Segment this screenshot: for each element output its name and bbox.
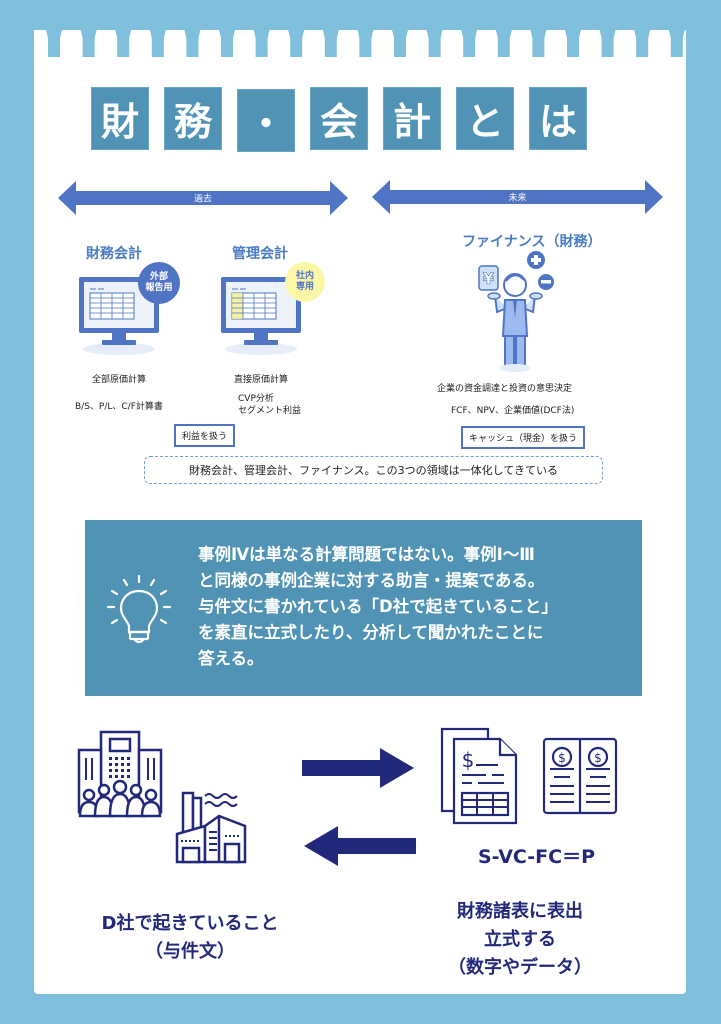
label-line: （与件文） bbox=[145, 941, 235, 962]
binding-hole bbox=[634, 30, 651, 57]
binding-hole bbox=[599, 30, 616, 57]
future-arrow: 未来 bbox=[372, 180, 663, 214]
binding-hole bbox=[149, 30, 166, 57]
label-line: （数字やデータ） bbox=[448, 957, 592, 978]
profit-formula: S-VC-FC＝P bbox=[478, 846, 596, 868]
label-line: 財務諸表に表出 bbox=[457, 901, 583, 922]
financial-statements-label: 財務諸表に表出 立式する （数字やデータ） bbox=[420, 898, 620, 982]
external-report-badge: 外部 報告用 bbox=[138, 262, 180, 304]
binding-hole bbox=[530, 30, 547, 57]
title-tile: 会 bbox=[310, 87, 368, 150]
binding-hole bbox=[392, 30, 408, 57]
label-line: D社で起きていること bbox=[101, 913, 279, 934]
info-line: と同様の事例企業に対する助言・提案である。 bbox=[198, 571, 545, 590]
lightbulb-icon bbox=[107, 575, 171, 644]
title-tile: 財 bbox=[91, 87, 149, 150]
company-situation-label: D社で起きていること （与件文） bbox=[70, 910, 310, 966]
summary-text: 財務会計、管理会計、ファイナンス。この3つの領域は一体化してきている bbox=[189, 464, 558, 477]
badge-text: 報告用 bbox=[145, 283, 173, 293]
binding-hole bbox=[426, 30, 443, 57]
financial-statements-text: B/S、P/L、C/F計算書 bbox=[75, 402, 163, 412]
binding-hole bbox=[115, 30, 132, 57]
management-accounting-title: 管理会計 bbox=[232, 246, 288, 262]
torn-paper-edge bbox=[46, 30, 685, 57]
svg-text:¥: ¥ bbox=[483, 269, 494, 288]
binding-hole bbox=[322, 30, 339, 57]
badge-text: 専用 bbox=[295, 282, 314, 292]
cash-box: キャッシュ（現金）を扱う bbox=[461, 426, 586, 449]
info-line: 事例Ⅳは単なる計算問題ではない。事例Ⅰ～Ⅲ bbox=[198, 545, 535, 564]
svg-text:$: $ bbox=[558, 751, 566, 765]
badge-text: 社内 bbox=[295, 271, 314, 281]
info-text: 事例Ⅳは単なる計算問題ではない。事例Ⅰ～Ⅲ と同様の事例企業に対する助言・提案で… bbox=[198, 542, 638, 672]
cvp-analysis-text: CVP分析 bbox=[238, 394, 274, 404]
binding-hole bbox=[184, 30, 201, 57]
internal-use-badge: 社内 専用 bbox=[285, 262, 325, 302]
binding-hole bbox=[288, 30, 305, 57]
info-line: を素直に立式したり、分析して聞かれたことに bbox=[198, 623, 544, 642]
left-arrow-icon bbox=[304, 826, 416, 866]
info-line: 答える。 bbox=[198, 649, 264, 668]
svg-text:$: $ bbox=[594, 751, 602, 765]
binding-hole bbox=[565, 30, 581, 57]
right-arrow-icon bbox=[302, 748, 414, 788]
financial-accounting-title: 財務会計 bbox=[86, 246, 142, 262]
factory-icon bbox=[175, 791, 247, 864]
binding-hole bbox=[461, 30, 478, 57]
funding-decision-text: 企業の資金調達と投資の意思決定 bbox=[437, 384, 573, 394]
segment-profit-text: セグメント利益 bbox=[238, 406, 302, 416]
binding-hole bbox=[219, 30, 235, 57]
label-line: 立式する bbox=[484, 929, 556, 950]
title-tile: 務 bbox=[164, 87, 222, 150]
past-label: 過去 bbox=[193, 194, 212, 205]
profit-box: 利益を扱う bbox=[174, 424, 236, 447]
full-costing-text: 全部原価計算 bbox=[92, 375, 147, 385]
businessman-icon: ¥ bbox=[478, 251, 554, 372]
binding-hole bbox=[668, 30, 685, 57]
valuation-text: FCF、NPV、企業価値(DCF法) bbox=[451, 406, 575, 416]
info-line: 与件文に書かれている「D社で起きていること」 bbox=[198, 597, 558, 616]
title-tile: は bbox=[529, 87, 587, 150]
svg-text:$: $ bbox=[462, 748, 475, 772]
binding-hole bbox=[80, 30, 97, 57]
summary-box: 財務会計、管理会計、ファイナンス。この3つの領域は一体化してきている bbox=[144, 456, 603, 484]
title-tile: 計 bbox=[383, 87, 441, 150]
direct-costing-text: 直接原価計算 bbox=[234, 375, 289, 385]
binding-hole bbox=[253, 30, 270, 57]
financial-report-icon: $ bbox=[440, 727, 518, 825]
office-building-icon bbox=[77, 730, 163, 818]
binding-hole bbox=[357, 30, 374, 57]
title-tile: と bbox=[456, 87, 514, 150]
info-box: 事例Ⅳは単なる計算問題ではない。事例Ⅰ～Ⅲ と同様の事例企業に対する助言・提案で… bbox=[85, 520, 642, 696]
binding-hole bbox=[46, 30, 62, 57]
binding-hole bbox=[495, 30, 512, 57]
future-label: 未来 bbox=[508, 193, 527, 204]
past-arrow: 過去 bbox=[58, 181, 348, 215]
ledger-icon: $ $ bbox=[542, 737, 618, 815]
badge-text: 外部 bbox=[149, 272, 168, 282]
finance-title: ファイナンス（財務） bbox=[462, 234, 602, 250]
title-tile: ・ bbox=[237, 89, 295, 152]
